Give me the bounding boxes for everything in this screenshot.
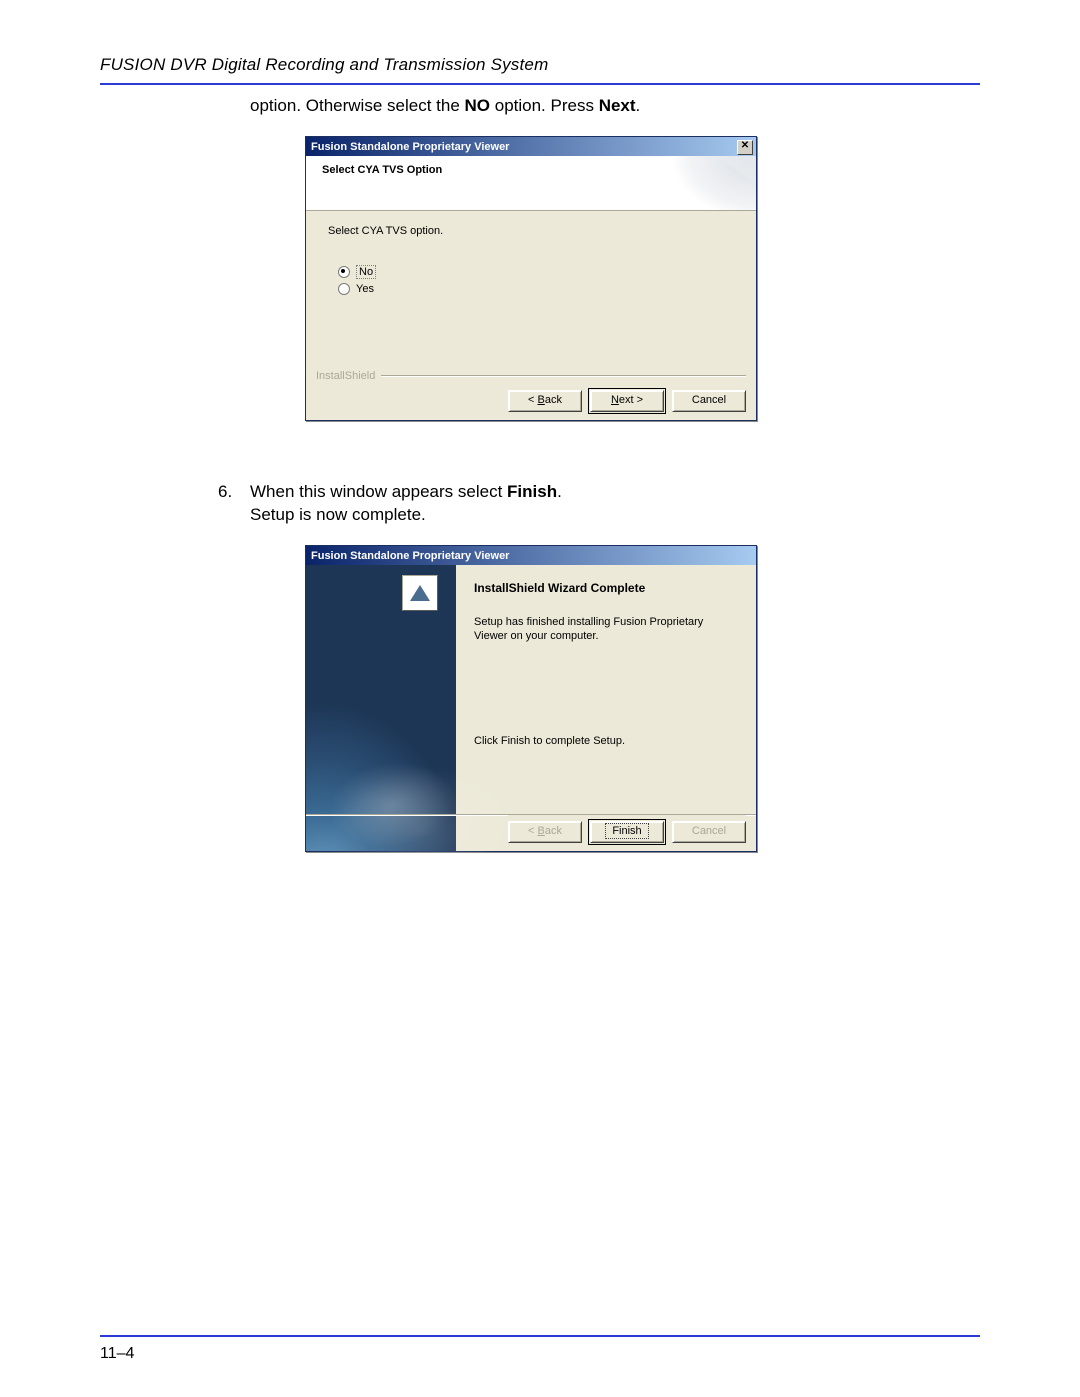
- complete-heading: InstallShield Wizard Complete: [474, 581, 738, 595]
- radio-yes[interactable]: [338, 283, 350, 295]
- radio-no[interactable]: [338, 266, 350, 278]
- triangle-icon: [410, 585, 430, 601]
- radio-no-label: No: [356, 265, 376, 279]
- manual-page: FUSION DVR Digital Recording and Transmi…: [0, 0, 1080, 1397]
- finish-button[interactable]: Finish: [590, 821, 664, 843]
- wizard-side-art: [306, 565, 456, 851]
- next-button[interactable]: Next >: [590, 390, 664, 412]
- instruction-fragment: option. Otherwise select the NO option. …: [250, 95, 890, 118]
- text: N: [611, 394, 619, 406]
- bold-no: NO: [465, 96, 491, 115]
- wizard-content: InstallShield Wizard Complete Setup has …: [456, 565, 756, 851]
- back-button: < Back: [508, 821, 582, 843]
- dialog-body: Select CYA TVS option. No Yes InstallShi…: [306, 211, 756, 420]
- text: Finish: [605, 823, 648, 839]
- dialog-titlebar[interactable]: Fusion Standalone Proprietary Viewer ✕: [306, 137, 756, 156]
- dialog-subtitle: Select CYA TVS Option: [322, 164, 442, 176]
- dialog-titlebar[interactable]: Fusion Standalone Proprietary Viewer: [306, 546, 756, 565]
- finish-dialog: Fusion Standalone Proprietary Viewer Ins…: [305, 545, 757, 852]
- step-number: 6.: [218, 481, 250, 527]
- dialog-buttons: < Back Next > Cancel: [508, 390, 746, 412]
- prompt-text: Select CYA TVS option.: [328, 225, 734, 237]
- close-icon[interactable]: ✕: [737, 140, 753, 155]
- text: B: [538, 394, 545, 406]
- text: B: [538, 825, 545, 837]
- text: <: [528, 825, 537, 837]
- bold-next: Next: [599, 96, 636, 115]
- cancel-button[interactable]: Cancel: [672, 390, 746, 412]
- text: ext >: [619, 394, 643, 406]
- dialog-title: Fusion Standalone Proprietary Viewer: [311, 550, 509, 562]
- footer-rule: [100, 1335, 980, 1337]
- back-button[interactable]: < Back: [508, 390, 582, 412]
- radio-yes-label: Yes: [356, 283, 374, 295]
- header-art: [656, 156, 756, 210]
- dialog-buttons: < Back Finish Cancel: [508, 815, 746, 843]
- dialog-body: InstallShield Wizard Complete Setup has …: [306, 565, 756, 851]
- complete-hint: Click Finish to complete Setup.: [474, 735, 625, 747]
- text: ack: [545, 825, 562, 837]
- installshield-line: InstallShield: [316, 370, 746, 382]
- step-6: 6. When this window appears select Finis…: [218, 481, 858, 527]
- page-number: 11–4: [100, 1345, 134, 1363]
- installer-logo-icon: [402, 575, 438, 611]
- text: option. Otherwise select the: [250, 96, 465, 115]
- text: .: [557, 482, 562, 501]
- text: Setup is now complete.: [250, 504, 562, 527]
- page-header-title: FUSION DVR Digital Recording and Transmi…: [100, 55, 980, 75]
- text: ack: [545, 394, 562, 406]
- text: When this window appears select: [250, 482, 507, 501]
- cancel-button: Cancel: [672, 821, 746, 843]
- radio-no-row[interactable]: No: [338, 265, 734, 279]
- divider: [381, 375, 746, 376]
- text: .: [636, 96, 641, 115]
- text: <: [528, 394, 537, 406]
- installshield-label: InstallShield: [316, 370, 375, 382]
- header-rule: [100, 83, 980, 85]
- bold-finish: Finish: [507, 482, 557, 501]
- cya-tvs-dialog: Fusion Standalone Proprietary Viewer ✕ S…: [305, 136, 757, 421]
- text: option. Press: [490, 96, 599, 115]
- radio-yes-row[interactable]: Yes: [338, 283, 734, 295]
- complete-body: Setup has finished installing Fusion Pro…: [474, 615, 738, 644]
- dialog-title: Fusion Standalone Proprietary Viewer: [311, 141, 509, 153]
- dialog-header: Select CYA TVS Option: [306, 156, 756, 211]
